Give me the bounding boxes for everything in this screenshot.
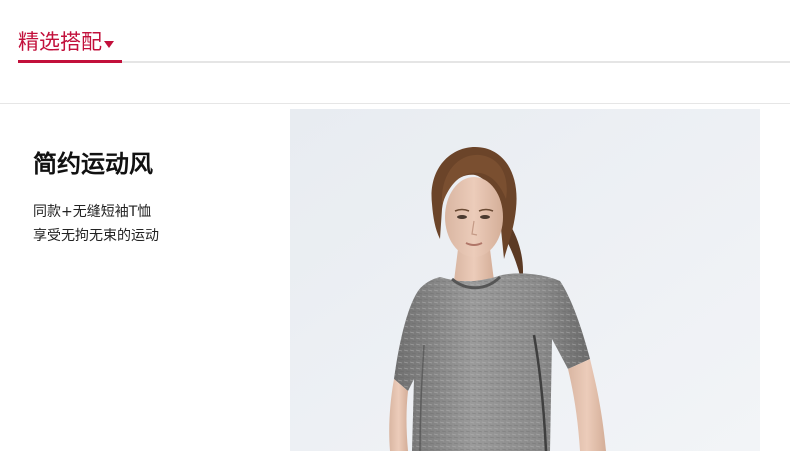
- section-tab-label: 精选搭配: [18, 30, 102, 54]
- product-photo-illustration: [290, 109, 760, 451]
- feature-desc-line-2: 享受无拘无束的运动: [33, 228, 159, 244]
- product-detail-page: 精选搭配 简约运动风 同款+无缝短袖T恤 享受无拘无束的运动: [0, 0, 790, 451]
- section-header: 精选搭配: [0, 0, 790, 64]
- feature-desc-line-1: 同款+无缝短袖T恤: [33, 204, 152, 220]
- model-wearing-gray-tshirt-photo[interactable]: [290, 109, 760, 451]
- caret-down-icon: [104, 40, 114, 48]
- content-divider: [0, 103, 790, 104]
- active-tab-underline: [18, 60, 122, 63]
- feature-description: 同款+无缝短袖T恤 享受无拘无束的运动: [33, 200, 159, 248]
- header-divider: [18, 61, 790, 63]
- feature-title: 简约运动风: [33, 150, 153, 178]
- section-tab-featured-outfit[interactable]: 精选搭配: [18, 28, 114, 56]
